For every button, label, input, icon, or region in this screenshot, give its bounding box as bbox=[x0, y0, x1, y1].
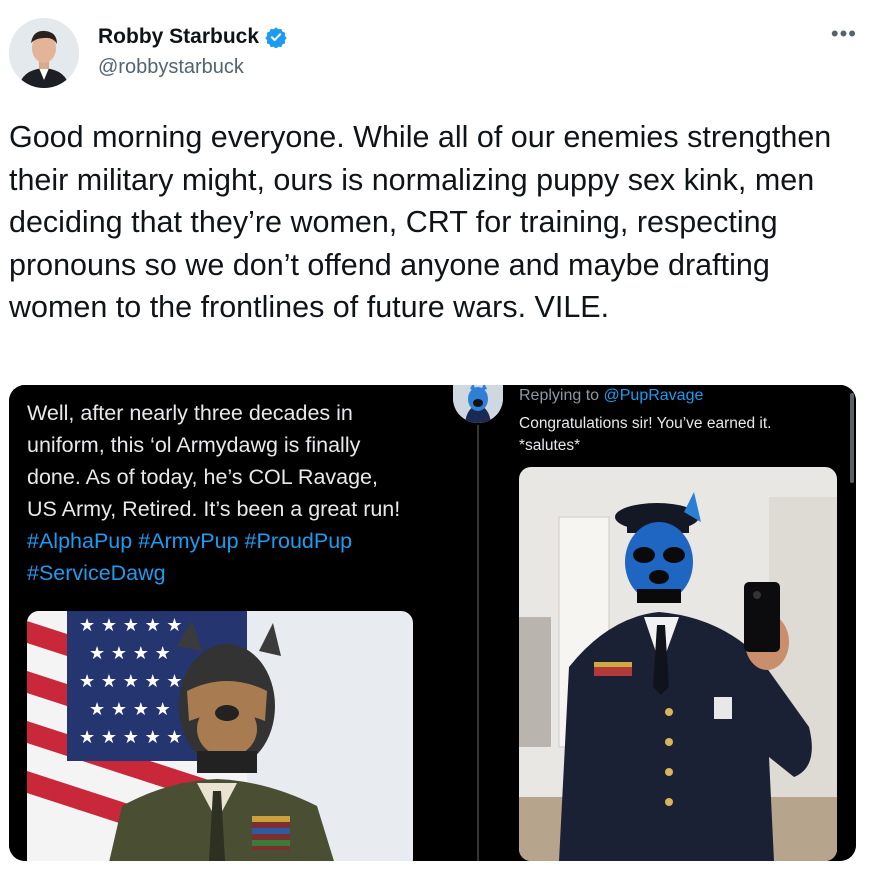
svg-text:★ ★ ★ ★: ★ ★ ★ ★ bbox=[89, 643, 171, 664]
replying-to-label: Replying to bbox=[519, 387, 600, 404]
svg-text:★ ★ ★ ★ ★: ★ ★ ★ ★ ★ bbox=[79, 727, 183, 748]
avatar-photo bbox=[9, 18, 79, 88]
media-image-right[interactable]: Replying to @PupRavage Congratulations s… bbox=[433, 385, 856, 861]
author-name[interactable]: Robby Starbuck bbox=[98, 25, 259, 49]
scrollbar[interactable] bbox=[850, 393, 854, 483]
tweet-text: Good morning everyone. While all of our … bbox=[9, 120, 840, 324]
hashtag-link[interactable]: #ProudPup bbox=[245, 529, 353, 553]
author-avatar[interactable] bbox=[9, 18, 79, 88]
reply-avatar bbox=[453, 385, 503, 423]
hashtag-link[interactable]: #AlphaPup bbox=[27, 529, 132, 553]
embedded-caption: Well, after nearly three decades in unif… bbox=[27, 397, 412, 589]
author-name-row[interactable]: Robby Starbuck bbox=[98, 25, 287, 49]
svg-text:★ ★ ★ ★ ★: ★ ★ ★ ★ ★ bbox=[79, 671, 183, 692]
mirror-selfie-photo bbox=[519, 467, 837, 861]
replying-to-handle[interactable]: @PupRavage bbox=[604, 387, 704, 404]
uniform-photo-flag: ★ ★ ★ ★ ★ ★ ★ ★ ★ ★ ★ ★ ★ ★ ★ ★ ★ ★ ★ ★ … bbox=[27, 611, 413, 861]
replying-to: Replying to @PupRavage bbox=[519, 387, 703, 405]
hashtag-link[interactable]: #ServiceDawg bbox=[27, 561, 166, 585]
svg-text:★ ★ ★ ★: ★ ★ ★ ★ bbox=[89, 699, 171, 720]
media-image-left[interactable]: Well, after nearly three decades in unif… bbox=[9, 385, 429, 861]
svg-text:★ ★ ★ ★ ★: ★ ★ ★ ★ ★ bbox=[79, 615, 183, 636]
embedded-caption-text: Well, after nearly three decades in unif… bbox=[27, 401, 401, 521]
thread-line bbox=[477, 425, 479, 861]
hashtag-link[interactable]: #ArmyPup bbox=[138, 529, 238, 553]
more-options-icon[interactable]: ••• bbox=[831, 23, 857, 45]
reply-text: Congratulations sir! You’ve earned it. *… bbox=[519, 415, 772, 454]
author-handle[interactable]: @robbystarbuck bbox=[98, 56, 244, 79]
tweet-media[interactable]: Well, after nearly three decades in unif… bbox=[9, 385, 856, 861]
verified-badge-icon bbox=[265, 26, 287, 49]
